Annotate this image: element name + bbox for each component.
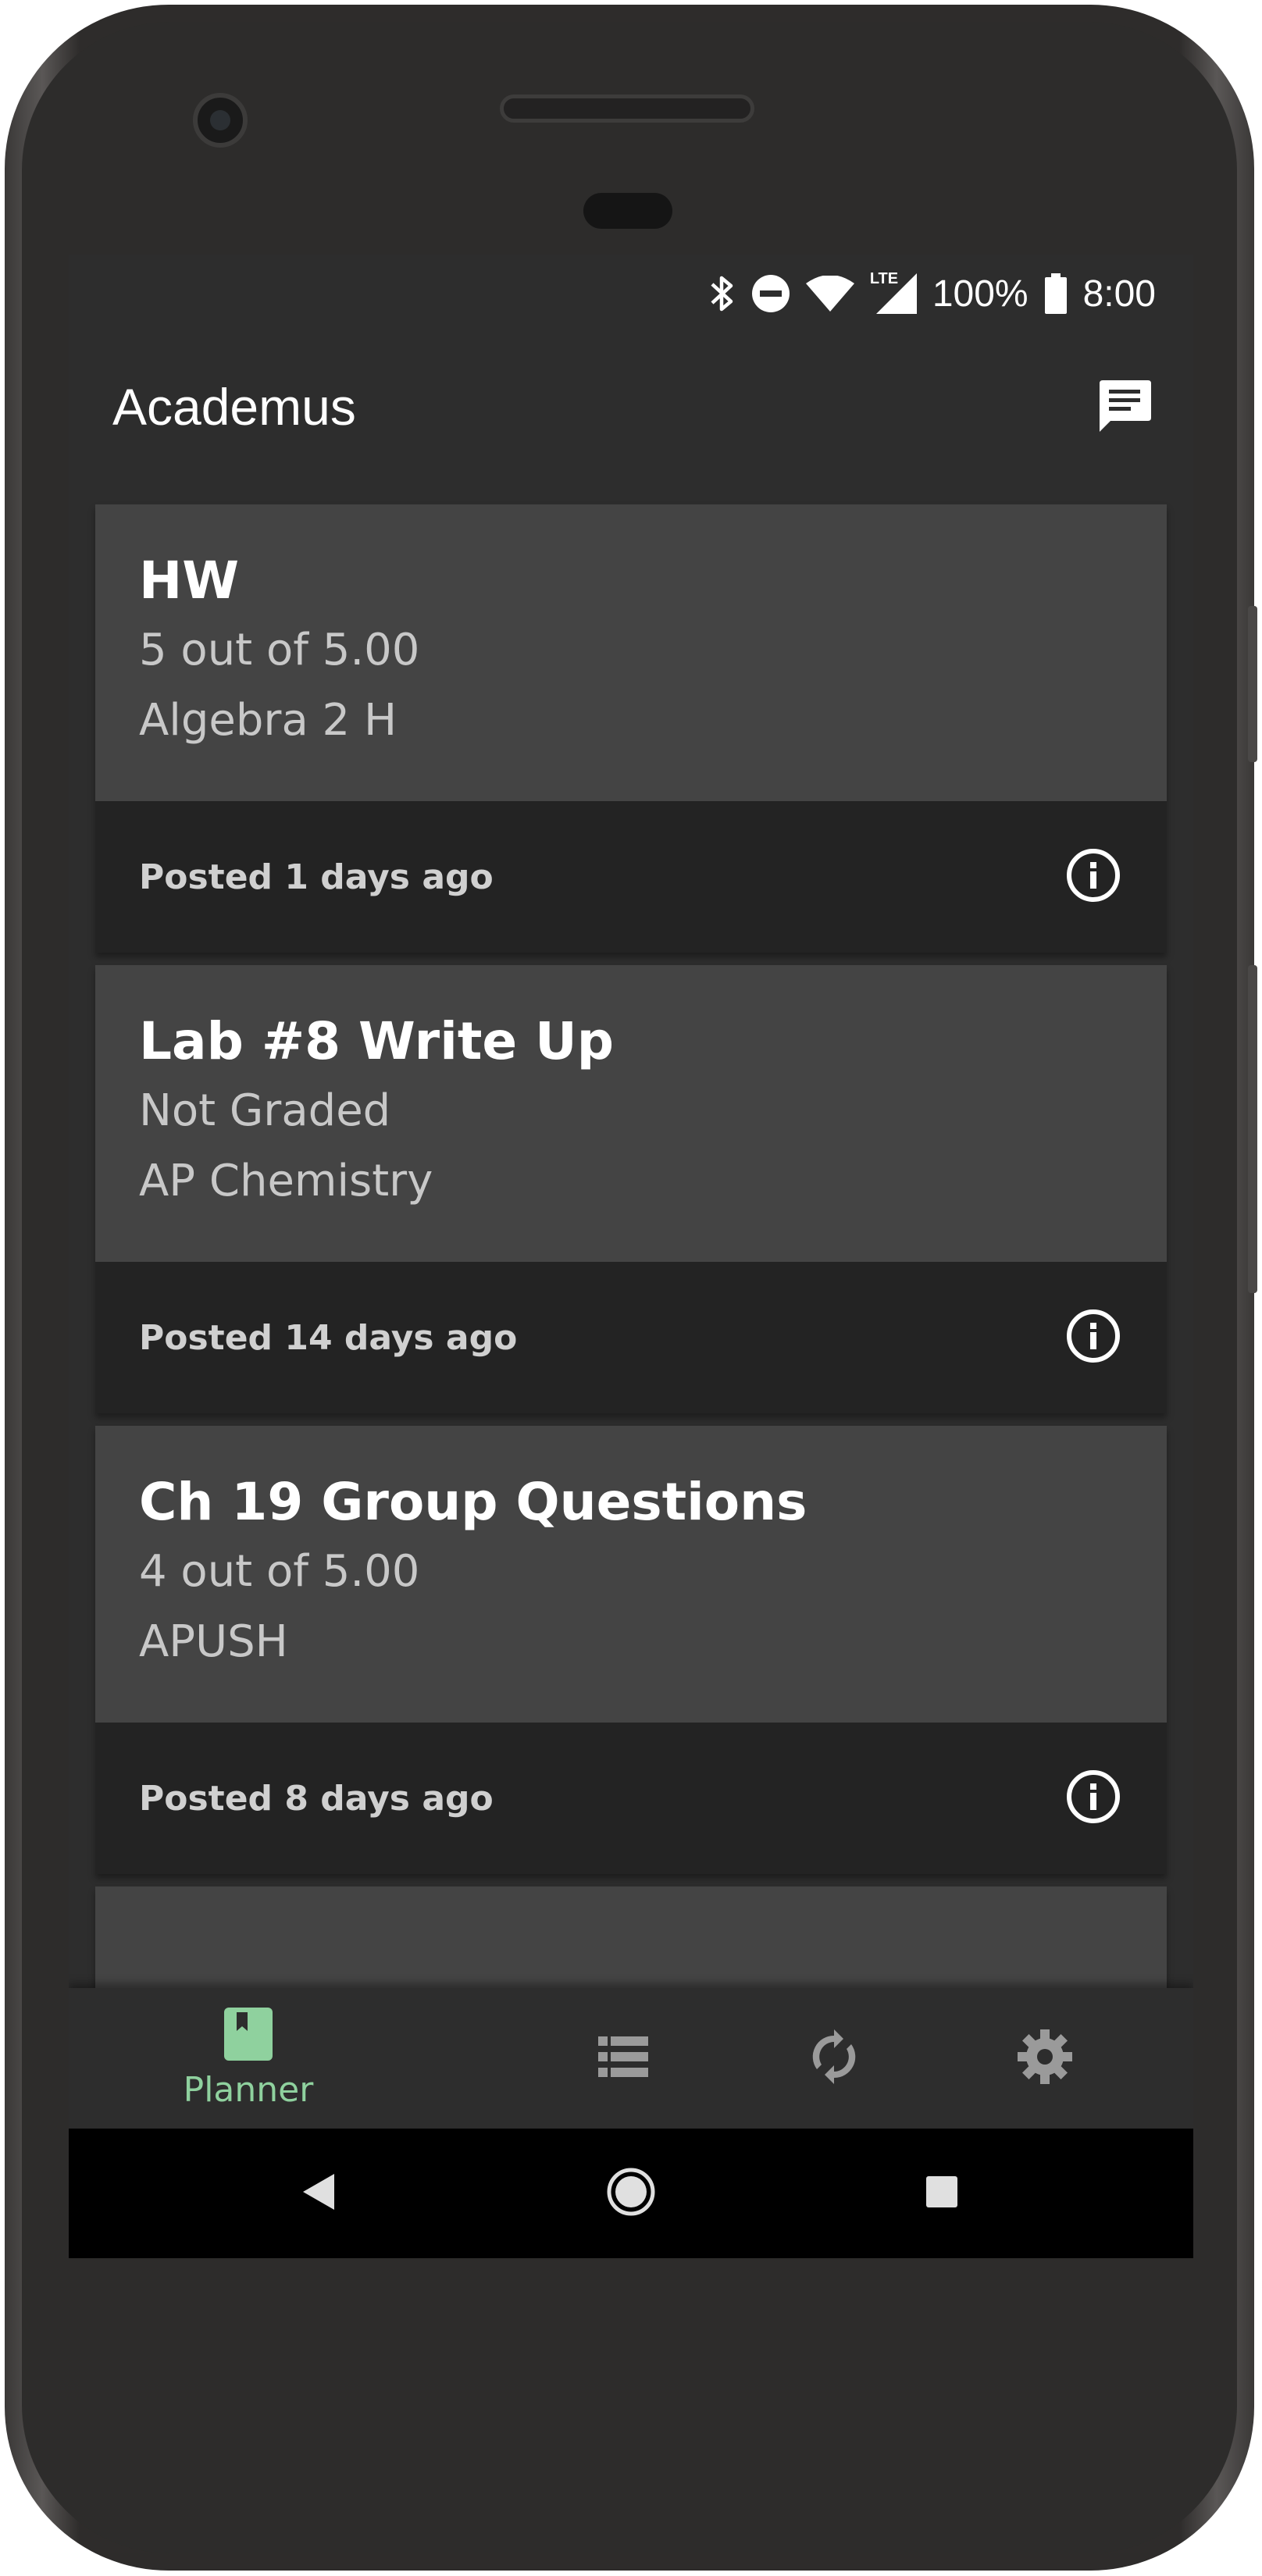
assignment-card[interactable]: HW 5 out of 5.00 Algebra 2 H Posted 1 da… [95, 504, 1167, 953]
assignment-score: 5 out of 5.00 [139, 625, 420, 675]
list-icon [598, 2036, 648, 2080]
info-icon [1066, 848, 1121, 906]
card-header: HW 5 out of 5.00 Algebra 2 H [95, 504, 1167, 801]
nav-planner[interactable]: Planner [155, 1988, 342, 2129]
info-icon [1066, 1309, 1121, 1366]
assignment-title: HW [139, 550, 240, 611]
assignment-card[interactable]: Lab #8 Write Up Not Graded AP Chemistry … [95, 965, 1167, 1413]
assignment-course: Algebra 2 H [139, 695, 397, 746]
info-button[interactable] [1064, 847, 1123, 907]
volume-button [1248, 965, 1257, 1293]
info-icon [1066, 1769, 1121, 1827]
posted-date: Posted 1 days ago [139, 857, 494, 897]
card-footer: Posted 8 days ago [95, 1723, 1167, 1874]
posted-date: Posted 14 days ago [139, 1317, 518, 1358]
card-header [95, 1887, 1167, 1988]
home-button[interactable] [584, 2129, 678, 2258]
recents-icon [926, 2176, 957, 2211]
system-navigation-bar [69, 2129, 1193, 2258]
assignment-list: HW 5 out of 5.00 Algebra 2 H Posted 1 da… [69, 481, 1193, 1988]
wifi-icon [805, 276, 854, 312]
message-icon [1096, 377, 1153, 436]
back-icon [303, 2174, 334, 2213]
info-button[interactable] [1064, 1769, 1123, 1828]
assignment-score: 4 out of 5.00 [139, 1546, 420, 1597]
do-not-disturb-icon [751, 274, 790, 313]
nav-planner-label: Planner [183, 2069, 314, 2110]
back-button[interactable] [272, 2129, 365, 2258]
assignment-card[interactable]: Ch 19 Group Questions 4 out of 5.00 APUS… [95, 1426, 1167, 1874]
proximity-sensor [583, 193, 672, 229]
power-button [1248, 606, 1257, 762]
card-header: Ch 19 Group Questions 4 out of 5.00 APUS… [95, 1426, 1167, 1723]
book-icon [224, 2007, 273, 2064]
assignment-title: Ch 19 Group Questions [139, 1472, 807, 1532]
recents-button[interactable] [895, 2129, 989, 2258]
nav-list[interactable] [569, 1988, 678, 2129]
screen: LTE 100% 8:00 Academus HW 5 out of 5.00 … [69, 255, 1193, 2258]
info-button[interactable] [1064, 1308, 1123, 1367]
assignment-course: AP Chemistry [139, 1156, 433, 1206]
status-bar: LTE 100% 8:00 [69, 255, 1193, 333]
front-camera [193, 93, 248, 148]
assignment-title: Lab #8 Write Up [139, 1011, 614, 1071]
assignment-score: Not Graded [139, 1085, 391, 1136]
clock: 8:00 [1082, 273, 1156, 315]
card-header: Lab #8 Write Up Not Graded AP Chemistry [95, 965, 1167, 1262]
posted-date: Posted 8 days ago [139, 1778, 494, 1819]
sync-icon [809, 2029, 859, 2087]
lte-signal-icon: LTE [870, 270, 917, 314]
earpiece-speaker [500, 94, 754, 123]
battery-percent: 100% [932, 273, 1028, 315]
assignment-course: APUSH [139, 1616, 288, 1667]
bluetooth-icon [709, 273, 736, 314]
assignment-card-partial[interactable] [95, 1887, 1167, 1988]
gear-icon [1018, 2029, 1072, 2087]
app-bar: Academus [69, 333, 1193, 481]
message-button[interactable] [1093, 376, 1156, 438]
home-icon [606, 2167, 656, 2220]
battery-icon [1044, 273, 1068, 314]
card-footer: Posted 14 days ago [95, 1262, 1167, 1413]
nav-settings[interactable] [990, 1988, 1100, 2129]
phone-frame: LTE 100% 8:00 Academus HW 5 out of 5.00 … [5, 5, 1257, 2571]
app-title: Academus [112, 378, 356, 436]
card-footer: Posted 1 days ago [95, 801, 1167, 953]
nav-sync[interactable] [779, 1988, 889, 2129]
bottom-navigation: Planner [69, 1988, 1193, 2129]
